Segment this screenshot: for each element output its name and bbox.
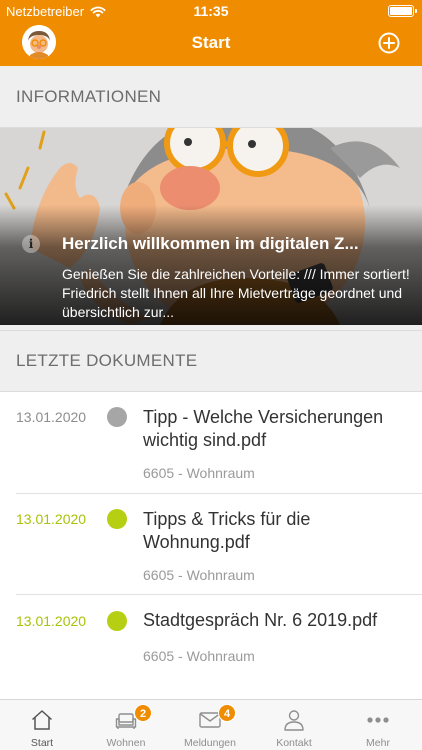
doc-date: 13.01.2020: [16, 613, 87, 629]
tab-label: Kontakt: [276, 737, 312, 749]
doc-title: Tipp - Welche Versicherungen wichtig sin…: [143, 407, 384, 450]
document-list: 13.01.2020 Tipp - Welche Versicherungen …: [0, 392, 422, 699]
tab-wohnen[interactable]: 2 Wohnen: [84, 700, 168, 750]
app-header: Netzbetreiber 11:35 Start: [0, 0, 422, 66]
section-header-dokumente: LETZTE DOKUMENTE: [0, 330, 422, 392]
badge-count: 4: [218, 704, 236, 722]
tab-meldungen[interactable]: 4 Meldungen: [168, 700, 252, 750]
doc-subtitle: 6605 - Wohnraum: [143, 648, 255, 664]
doc-date: 13.01.2020: [16, 511, 87, 527]
tab-label: Meldungen: [184, 737, 236, 749]
section-title: LETZTE DOKUMENTE: [16, 351, 198, 370]
doc-title: Stadtgespräch Nr. 6 2019.pdf: [143, 610, 378, 630]
status-bar: Netzbetreiber 11:35: [0, 0, 422, 22]
tab-bar: Start 2 Wohnen 4 Meldungen Kontakt Mehr: [0, 699, 422, 750]
info-icon: i: [22, 235, 40, 253]
badge-count: 2: [134, 704, 152, 722]
section-title: INFORMATIONEN: [16, 87, 162, 106]
status-dot: [107, 509, 127, 529]
banner-title: Herzlich willkommen im digitalen Z...: [62, 234, 359, 253]
welcome-banner[interactable]: i Herzlich willkommen im digitalen Z... …: [0, 128, 422, 325]
person-icon: [284, 710, 304, 731]
tab-mehr[interactable]: Mehr: [336, 700, 420, 750]
tab-label: Wohnen: [106, 737, 146, 749]
tab-label: Start: [30, 737, 54, 749]
status-dot: [107, 407, 127, 427]
banner-text: Genießen Sie die zahlreichen Vorteile: /…: [62, 266, 410, 320]
clock: 11:35: [193, 3, 229, 19]
section-header-informationen: INFORMATIONEN: [0, 66, 422, 128]
doc-date: 13.01.2020: [16, 409, 87, 425]
tab-start[interactable]: Start: [0, 700, 84, 750]
doc-subtitle: 6605 - Wohnraum: [143, 567, 255, 583]
list-item[interactable]: 13.01.2020 Stadtgespräch Nr. 6 2019.pdf …: [0, 595, 422, 675]
battery-icon: [388, 5, 417, 17]
doc-subtitle: 6605 - Wohnraum: [143, 465, 255, 481]
more-icon: [367, 717, 389, 723]
list-item[interactable]: 13.01.2020 Tipp - Welche Versicherungen …: [0, 392, 422, 493]
tab-label: Mehr: [366, 737, 390, 749]
page-title: Start: [191, 33, 231, 52]
home-icon: [31, 710, 53, 730]
status-dot: [107, 611, 127, 631]
doc-title: Tipps & Tricks für die Wohnung.pdf: [143, 509, 311, 552]
plus-circle-icon[interactable]: [378, 32, 400, 54]
tab-kontakt[interactable]: Kontakt: [252, 700, 336, 750]
list-item[interactable]: 13.01.2020 Tipps & Tricks für die Wohnun…: [0, 494, 422, 595]
